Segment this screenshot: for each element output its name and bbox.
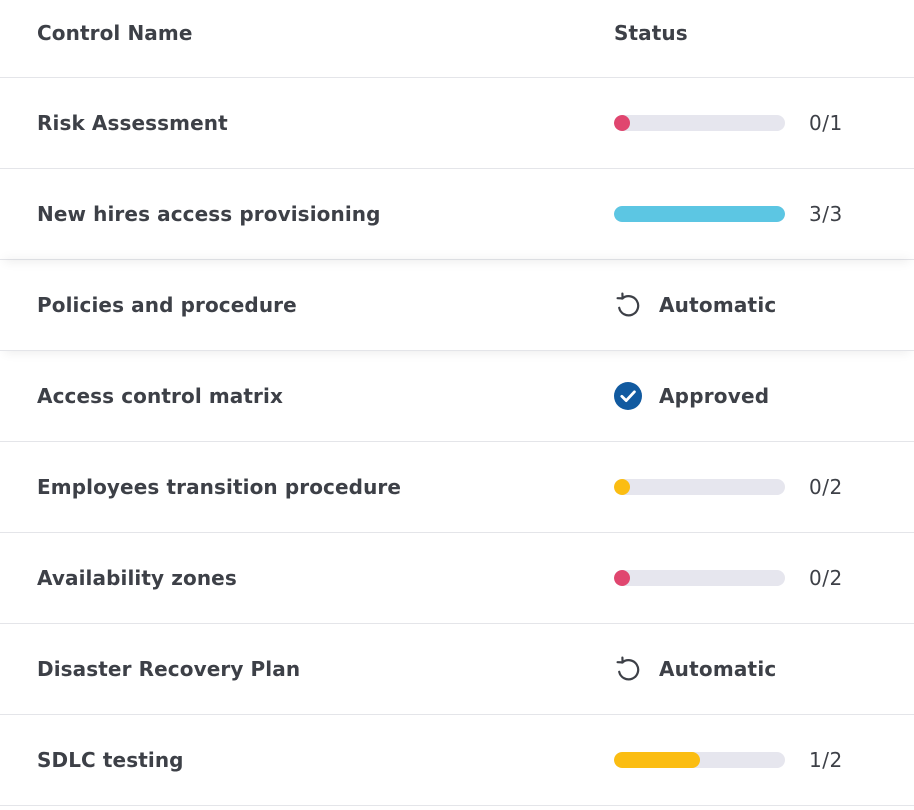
control-name: Access control matrix bbox=[37, 384, 283, 408]
column-header-control-name[interactable]: Control Name bbox=[37, 19, 192, 47]
progress-bar bbox=[614, 115, 785, 131]
progress-bar bbox=[614, 570, 785, 586]
status-label: Automatic bbox=[659, 657, 777, 681]
check-circle-icon bbox=[614, 382, 642, 410]
progress-fill bbox=[614, 752, 700, 768]
progress-fill bbox=[614, 570, 630, 586]
table-row[interactable]: Employees transition procedure 0/2 bbox=[0, 442, 914, 533]
status-progress: 1/2 bbox=[614, 748, 843, 772]
refresh-icon bbox=[614, 655, 642, 683]
control-name: Availability zones bbox=[37, 566, 237, 590]
progress-count: 0/2 bbox=[809, 475, 843, 499]
status-progress: 0/1 bbox=[614, 111, 843, 135]
table-row[interactable]: Policies and procedure Automatic bbox=[0, 260, 914, 351]
progress-bar bbox=[614, 206, 785, 222]
table-row[interactable]: Disaster Recovery Plan Automatic bbox=[0, 624, 914, 715]
status-label: Approved bbox=[659, 384, 770, 408]
progress-count: 1/2 bbox=[809, 748, 843, 772]
status-progress: 0/2 bbox=[614, 475, 843, 499]
progress-fill bbox=[614, 479, 630, 495]
progress-bar bbox=[614, 752, 785, 768]
status-approved: Approved bbox=[614, 382, 769, 410]
status-automatic: Automatic bbox=[614, 291, 776, 319]
control-name: SDLC testing bbox=[37, 748, 184, 772]
table-row[interactable]: Risk Assessment 0/1 bbox=[0, 78, 914, 169]
control-name: Employees transition procedure bbox=[37, 475, 402, 499]
refresh-icon bbox=[614, 291, 642, 319]
progress-fill bbox=[614, 206, 785, 222]
progress-count: 0/1 bbox=[809, 111, 843, 135]
status-progress: 3/3 bbox=[614, 202, 843, 226]
progress-bar bbox=[614, 479, 785, 495]
control-name: Policies and procedure bbox=[37, 293, 297, 317]
column-header-status[interactable]: Status bbox=[614, 19, 688, 47]
status-label: Automatic bbox=[659, 293, 777, 317]
progress-fill bbox=[614, 115, 630, 131]
controls-table: Control Name Status Risk Assessment 0/1 … bbox=[0, 0, 914, 806]
progress-count: 0/2 bbox=[809, 566, 843, 590]
status-progress: 0/2 bbox=[614, 566, 843, 590]
table-row[interactable]: SDLC testing 1/2 bbox=[0, 715, 914, 806]
table-row[interactable]: Availability zones 0/2 bbox=[0, 533, 914, 624]
control-name: Disaster Recovery Plan bbox=[37, 657, 301, 681]
table-header: Control Name Status bbox=[0, 0, 914, 78]
table-row[interactable]: Access control matrix Approved bbox=[0, 351, 914, 442]
control-name: New hires access provisioning bbox=[37, 202, 381, 226]
table-row[interactable]: New hires access provisioning 3/3 bbox=[0, 169, 914, 260]
progress-count: 3/3 bbox=[809, 202, 843, 226]
control-name: Risk Assessment bbox=[37, 111, 228, 135]
status-automatic: Automatic bbox=[614, 655, 776, 683]
